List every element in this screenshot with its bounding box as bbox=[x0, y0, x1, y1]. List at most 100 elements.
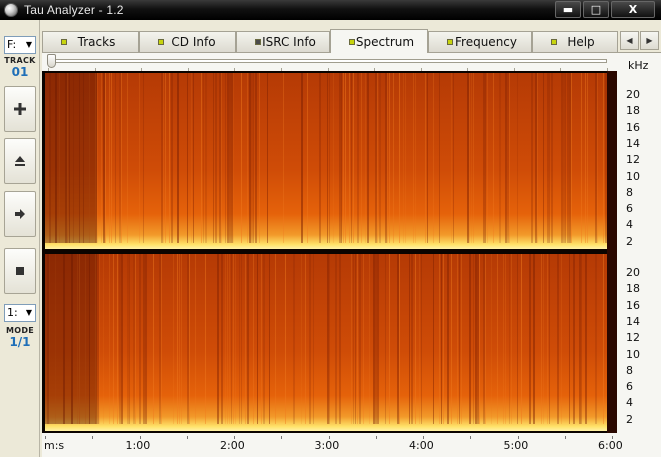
tab-help[interactable]: Help bbox=[532, 31, 618, 52]
spectrogram-texture-stripe bbox=[99, 254, 100, 424]
spectrogram-texture-stripe bbox=[569, 254, 570, 424]
spectrogram-texture-stripe bbox=[233, 254, 234, 424]
tab-label: Tracks bbox=[77, 35, 116, 49]
time-tick-label: 3:00 bbox=[314, 439, 340, 452]
spectrogram-texture-stripe bbox=[389, 73, 390, 243]
spectrogram-texture-stripe bbox=[585, 73, 586, 243]
control-sidebar: F: ▼ TRACK 01 1: ▼ MODE 1/1 bbox=[0, 20, 40, 457]
frequency-axis-left: 20 18 16 14 12 10 8 6 4 2 bbox=[616, 89, 661, 255]
tab-cd-info[interactable]: CD Info bbox=[139, 31, 236, 52]
spectrogram-texture-stripe bbox=[235, 254, 236, 424]
frequency-tick-label: 18 bbox=[626, 104, 640, 118]
drive-select[interactable]: F: ▼ bbox=[4, 36, 36, 54]
spectrogram-texture-stripe bbox=[433, 73, 434, 243]
spectrogram-texture-stripe bbox=[169, 73, 170, 243]
spectrogram-texture-stripe bbox=[359, 254, 361, 424]
spectrogram-texture-stripe bbox=[355, 254, 356, 424]
frequency-tick-label: 20 bbox=[626, 266, 640, 279]
spectrogram-texture-stripe bbox=[551, 73, 553, 243]
spectrogram-texture-stripe bbox=[415, 73, 416, 243]
tab-scroll-left-button[interactable]: ◀ bbox=[620, 31, 639, 50]
spectrogram-texture-stripe bbox=[411, 254, 413, 424]
spectrogram-texture-stripe bbox=[517, 254, 518, 424]
spectrogram-texture-stripe bbox=[475, 254, 477, 424]
spectrogram-texture-stripe bbox=[101, 73, 102, 243]
spectrogram-texture-stripe bbox=[165, 73, 166, 243]
eject-button[interactable] bbox=[4, 138, 36, 184]
minimize-button[interactable]: ▬ bbox=[555, 1, 581, 18]
tab-tracks[interactable]: Tracks bbox=[42, 31, 139, 52]
position-slider[interactable] bbox=[48, 59, 607, 63]
frequency-axis-right: 20 18 16 14 12 10 8 6 4 2 bbox=[616, 267, 661, 433]
time-tick-label: 6:00 bbox=[598, 439, 623, 452]
spectrogram-texture-stripe bbox=[205, 254, 206, 424]
spectrogram-texture-stripe bbox=[139, 254, 141, 424]
play-button[interactable] bbox=[4, 191, 36, 237]
spectrogram-texture-stripe bbox=[127, 73, 128, 243]
tab-label: Help bbox=[567, 35, 595, 49]
spectrogram-texture-stripe bbox=[483, 73, 485, 243]
spectrogram-texture-stripe bbox=[485, 254, 486, 424]
spectrogram-texture-stripe bbox=[179, 254, 180, 424]
spectrogram-texture-stripe bbox=[543, 254, 544, 424]
mode-value: 1/1 bbox=[9, 335, 31, 349]
spectrogram-texture-stripe bbox=[473, 73, 474, 243]
spectrogram-texture-stripe bbox=[345, 73, 346, 243]
spectrogram-texture-stripe bbox=[367, 73, 369, 243]
tab-frequency[interactable]: Frequency bbox=[428, 31, 532, 52]
stop-button[interactable] bbox=[4, 248, 36, 294]
spectrogram-texture-stripe bbox=[225, 254, 226, 424]
tab-isrc-info[interactable]: ISRC Info bbox=[236, 31, 330, 52]
spectrogram-texture-stripe bbox=[547, 254, 548, 424]
frequency-tick-label: 16 bbox=[626, 120, 640, 134]
spectrogram-texture-stripe bbox=[409, 254, 410, 424]
spectrogram-texture-stripe bbox=[117, 254, 118, 424]
spectrogram-texture-stripe bbox=[217, 254, 219, 424]
spectrogram-texture-stripe bbox=[275, 254, 276, 424]
spectrogram-texture-stripe bbox=[349, 73, 350, 243]
spectrogram-texture-stripe bbox=[133, 254, 135, 424]
maximize-button[interactable]: □ bbox=[583, 1, 609, 18]
tab-scroll-right-button[interactable]: ▶ bbox=[640, 31, 659, 50]
mode-select[interactable]: 1: ▼ bbox=[4, 304, 36, 322]
spectrogram-texture-stripe bbox=[319, 73, 321, 243]
spectrogram-texture-stripe bbox=[377, 73, 378, 243]
spectrogram-texture-stripe bbox=[377, 254, 379, 424]
spectrogram-texture-stripe bbox=[269, 254, 270, 424]
spectrogram-texture-stripe bbox=[143, 254, 145, 424]
spectrogram-texture-stripe bbox=[119, 73, 121, 243]
frequency-tick-label: 8 bbox=[626, 185, 633, 199]
spectrogram-texture-stripe bbox=[353, 254, 354, 424]
position-slider-thumb[interactable] bbox=[47, 54, 56, 68]
tab-scroll-controls: ◀ ▶ bbox=[620, 31, 659, 50]
eject-icon bbox=[15, 156, 25, 166]
spectrogram-texture-stripe bbox=[241, 254, 242, 424]
add-button[interactable] bbox=[4, 86, 36, 132]
frequency-tick-label: 6 bbox=[626, 202, 633, 216]
spectrogram-texture-stripe bbox=[293, 254, 295, 424]
spectrogram-texture-stripe bbox=[405, 73, 406, 243]
frequency-tick-label: 14 bbox=[626, 136, 640, 150]
spectrogram-texture-stripe bbox=[353, 73, 354, 243]
tab-strip: Tracks CD Info ISRC Info Spectrum Freque… bbox=[42, 29, 661, 53]
arrow-left-icon: ◀ bbox=[626, 36, 633, 45]
spectrogram-texture-stripe bbox=[419, 254, 420, 424]
spectrogram-texture-stripe bbox=[385, 73, 387, 243]
spectrogram-texture-stripe bbox=[351, 254, 352, 424]
spectrogram-texture-stripe bbox=[267, 73, 268, 243]
time-tick-mark bbox=[92, 436, 94, 439]
spectrogram-texture-stripe bbox=[469, 73, 470, 243]
spectrum-panel: kHz 20 18 16 14 12 10 8 6 4 2 20 18 16 1… bbox=[42, 52, 661, 457]
spectrogram-texture-stripe bbox=[441, 254, 442, 424]
close-button[interactable]: X bbox=[611, 1, 655, 18]
spectrogram-texture-stripe bbox=[363, 254, 364, 424]
spectrogram-texture-stripe bbox=[259, 73, 260, 243]
time-tick-label: 1:00 bbox=[125, 439, 151, 452]
spectrogram-texture-stripe bbox=[605, 73, 607, 243]
spectrogram-texture-stripe bbox=[585, 254, 587, 424]
frequency-tick-label: 4 bbox=[626, 396, 633, 410]
tab-spectrum[interactable]: Spectrum bbox=[330, 29, 428, 53]
spectrogram-texture-stripe bbox=[565, 73, 566, 243]
spectrogram-texture-stripe bbox=[387, 73, 388, 243]
spectrogram-texture-stripe bbox=[135, 254, 136, 424]
